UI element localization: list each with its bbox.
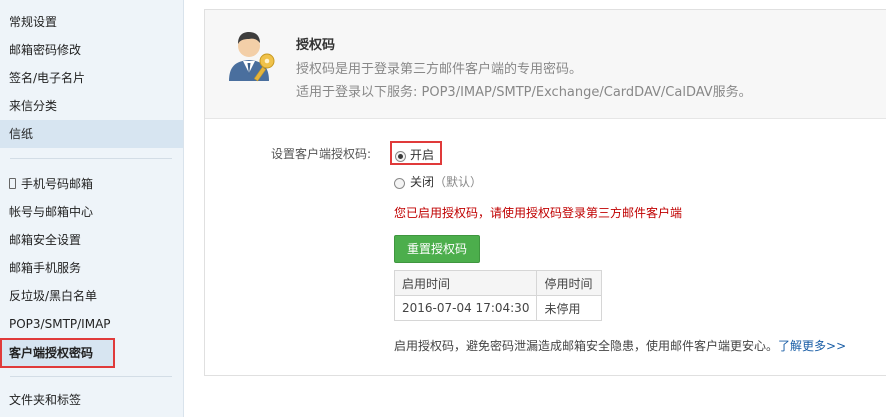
sidebar-item-phone-mailbox[interactable]: 手机号码邮箱 bbox=[0, 170, 183, 198]
sidebar-item-label: 手机号码邮箱 bbox=[21, 177, 94, 191]
enabled-time-cell: 2016-07-04 17:04:30 bbox=[393, 295, 538, 321]
sidebar-item-general[interactable]: 常规设置 bbox=[0, 8, 183, 36]
auth-code-table: 启用时间 停用时间 2016-07-04 17:04:30 未停用 bbox=[393, 270, 603, 321]
footer-note-text: 启用授权码，避免密码泄漏造成邮箱安全隐患，使用邮件客户端更安心。 bbox=[394, 339, 779, 353]
disabled-time-cell: 未停用 bbox=[536, 295, 603, 321]
sidebar-item-security[interactable]: 邮箱安全设置 bbox=[0, 226, 183, 254]
sidebar-item-filters[interactable]: 来信分类 bbox=[0, 92, 183, 120]
default-hint: （默认） bbox=[434, 175, 483, 189]
column-header-enabled-time: 启用时间 bbox=[393, 270, 538, 296]
table-row: 2016-07-04 17:04:30 未停用 bbox=[393, 295, 603, 321]
sidebar-item-client-auth-code[interactable]: 客户端授权密码 bbox=[0, 338, 115, 368]
header-description: 授权码是用于登录第三方邮件客户端的专用密码。 bbox=[296, 62, 583, 77]
radio-disable-label: 关闭 bbox=[410, 175, 435, 189]
sidebar-item-signature[interactable]: 签名/电子名片 bbox=[0, 64, 183, 92]
footer-note: 启用授权码，避免密码泄漏造成邮箱安全隐患，使用邮件客户端更安心。了解更多>> bbox=[394, 337, 846, 354]
learn-more-link[interactable]: 了解更多>> bbox=[778, 339, 846, 353]
settings-sidebar: 常规设置 邮箱密码修改 签名/电子名片 来信分类 信纸 手机号码邮箱 帐号与邮箱… bbox=[0, 0, 184, 417]
sidebar-item-password[interactable]: 邮箱密码修改 bbox=[0, 36, 183, 64]
mobile-phone-icon bbox=[9, 178, 16, 189]
sidebar-item-spam-lists[interactable]: 反垃圾/黑白名单 bbox=[0, 282, 183, 310]
table-header-row: 启用时间 停用时间 bbox=[393, 270, 603, 296]
sidebar-item-stationery[interactable]: 信纸 bbox=[0, 120, 183, 148]
reset-auth-code-button[interactable]: 重置授权码 bbox=[394, 235, 480, 263]
panel-header: 授权码 授权码是用于登录第三方邮件客户端的专用密码。 适用于登录以下服务: PO… bbox=[205, 10, 886, 119]
sidebar-item-mobile-service[interactable]: 邮箱手机服务 bbox=[0, 254, 183, 282]
radio-enable[interactable] bbox=[395, 151, 406, 162]
header-services: 适用于登录以下服务: POP3/IMAP/SMTP/Exchange/CardD… bbox=[296, 85, 752, 100]
page-title: 授权码 bbox=[296, 38, 336, 53]
radio-disable-label-wrap[interactable]: 关闭（默认） bbox=[410, 173, 482, 190]
status-message: 您已启用授权码，请使用授权码登录第三方邮件客户端 bbox=[394, 206, 683, 220]
sidebar-item-pop3-smtp-imap[interactable]: POP3/SMTP/IMAP bbox=[0, 310, 183, 338]
radio-enable-label[interactable]: 开启 bbox=[410, 146, 434, 163]
sidebar-divider bbox=[10, 158, 172, 159]
radio-disable[interactable] bbox=[394, 178, 405, 189]
auth-code-setting-label: 设置客户端授权码: bbox=[271, 147, 372, 161]
sidebar-item-account-center[interactable]: 帐号与邮箱中心 bbox=[0, 198, 183, 226]
sidebar-item-folders-tags[interactable]: 文件夹和标签 bbox=[0, 386, 183, 414]
auth-code-panel: 授权码 授权码是用于登录第三方邮件客户端的专用密码。 适用于登录以下服务: PO… bbox=[204, 9, 886, 376]
sidebar-divider bbox=[10, 376, 172, 377]
user-with-key-icon bbox=[229, 32, 275, 82]
column-header-disabled-time: 停用时间 bbox=[536, 270, 603, 296]
